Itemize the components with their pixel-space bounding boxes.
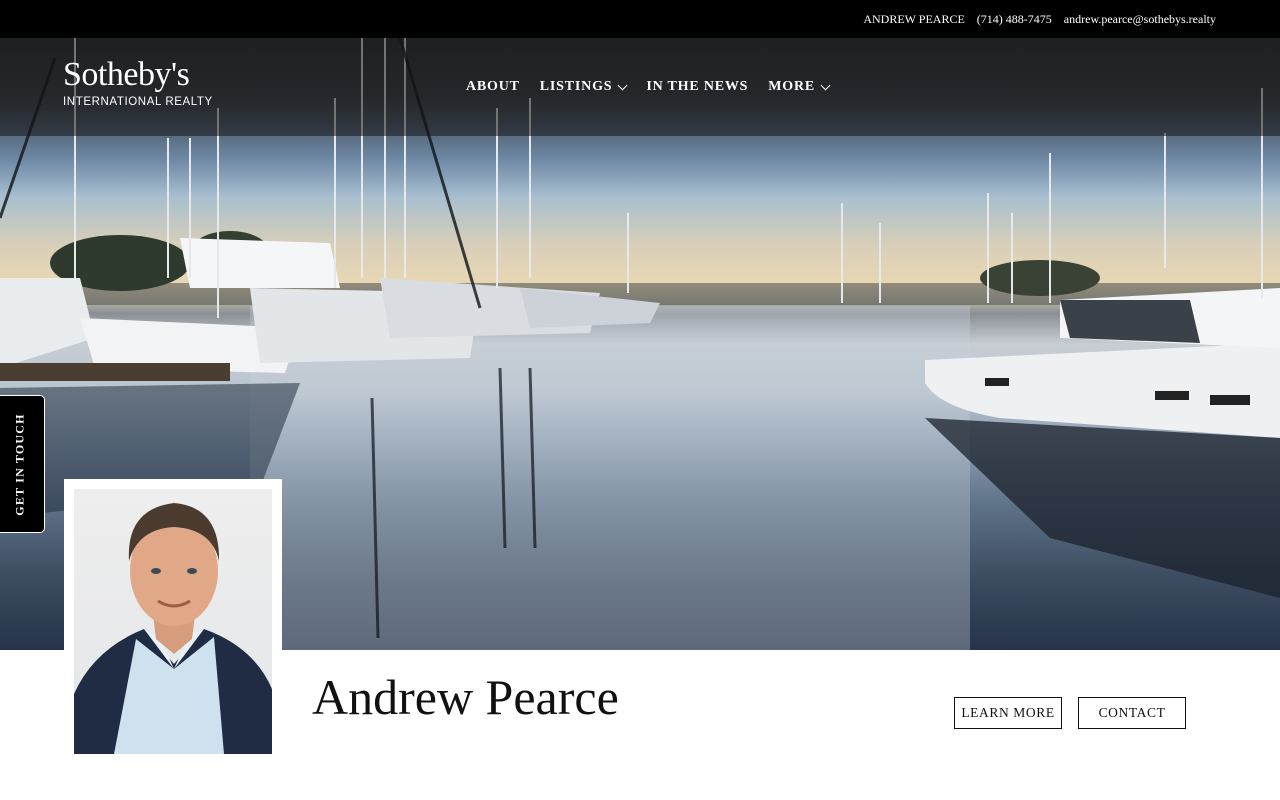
top-contact-bar: ANDREW PEARCE (714) 488-7475 andrew.pear…	[0, 0, 1280, 38]
nav-item-more[interactable]: MORE	[768, 79, 831, 95]
topbar-phone-link[interactable]: (714) 488-7475	[977, 12, 1052, 27]
chevron-down-icon	[617, 80, 628, 90]
nav-menu: ABOUT LISTINGS IN THE NEWS MORE	[466, 76, 831, 98]
logo-subtitle: INTERNATIONAL REALTY	[63, 96, 213, 108]
nav-item-listings-label: LISTINGS	[539, 79, 613, 94]
nav-item-listings[interactable]: LISTINGS	[539, 79, 628, 95]
get-in-touch-tab[interactable]: GET IN TOUCH	[0, 395, 45, 533]
main-nav-bar: Sotheby's INTERNATIONAL REALTY ABOUT LIS…	[0, 38, 1280, 136]
topbar-email-link[interactable]: andrew.pearce@sothebys.realty	[1064, 12, 1216, 27]
nav-item-more-label: MORE	[768, 79, 816, 94]
nav-item-in-the-news-label: IN THE NEWS	[646, 79, 749, 94]
agent-portrait-illustration	[74, 503, 272, 754]
agent-portrait-frame	[64, 479, 282, 764]
logo-wordmark: Sotheby's	[63, 56, 190, 93]
topbar-agent-name[interactable]: ANDREW PEARCE	[863, 12, 964, 27]
get-in-touch-label: GET IN TOUCH	[13, 412, 27, 516]
agent-portrait-photo	[74, 489, 272, 754]
sothebys-logo[interactable]: Sotheby's INTERNATIONAL REALTY	[63, 56, 213, 109]
chevron-down-icon	[820, 80, 831, 90]
nav-item-in-the-news[interactable]: IN THE NEWS	[646, 79, 748, 95]
learn-more-button[interactable]: LEARN MORE	[954, 697, 1062, 729]
contact-button[interactable]: CONTACT	[1078, 697, 1186, 729]
nav-item-about-label: ABOUT	[466, 79, 520, 94]
agent-name-heading: Andrew Pearce	[312, 669, 619, 725]
nav-item-about[interactable]: ABOUT	[466, 79, 520, 95]
